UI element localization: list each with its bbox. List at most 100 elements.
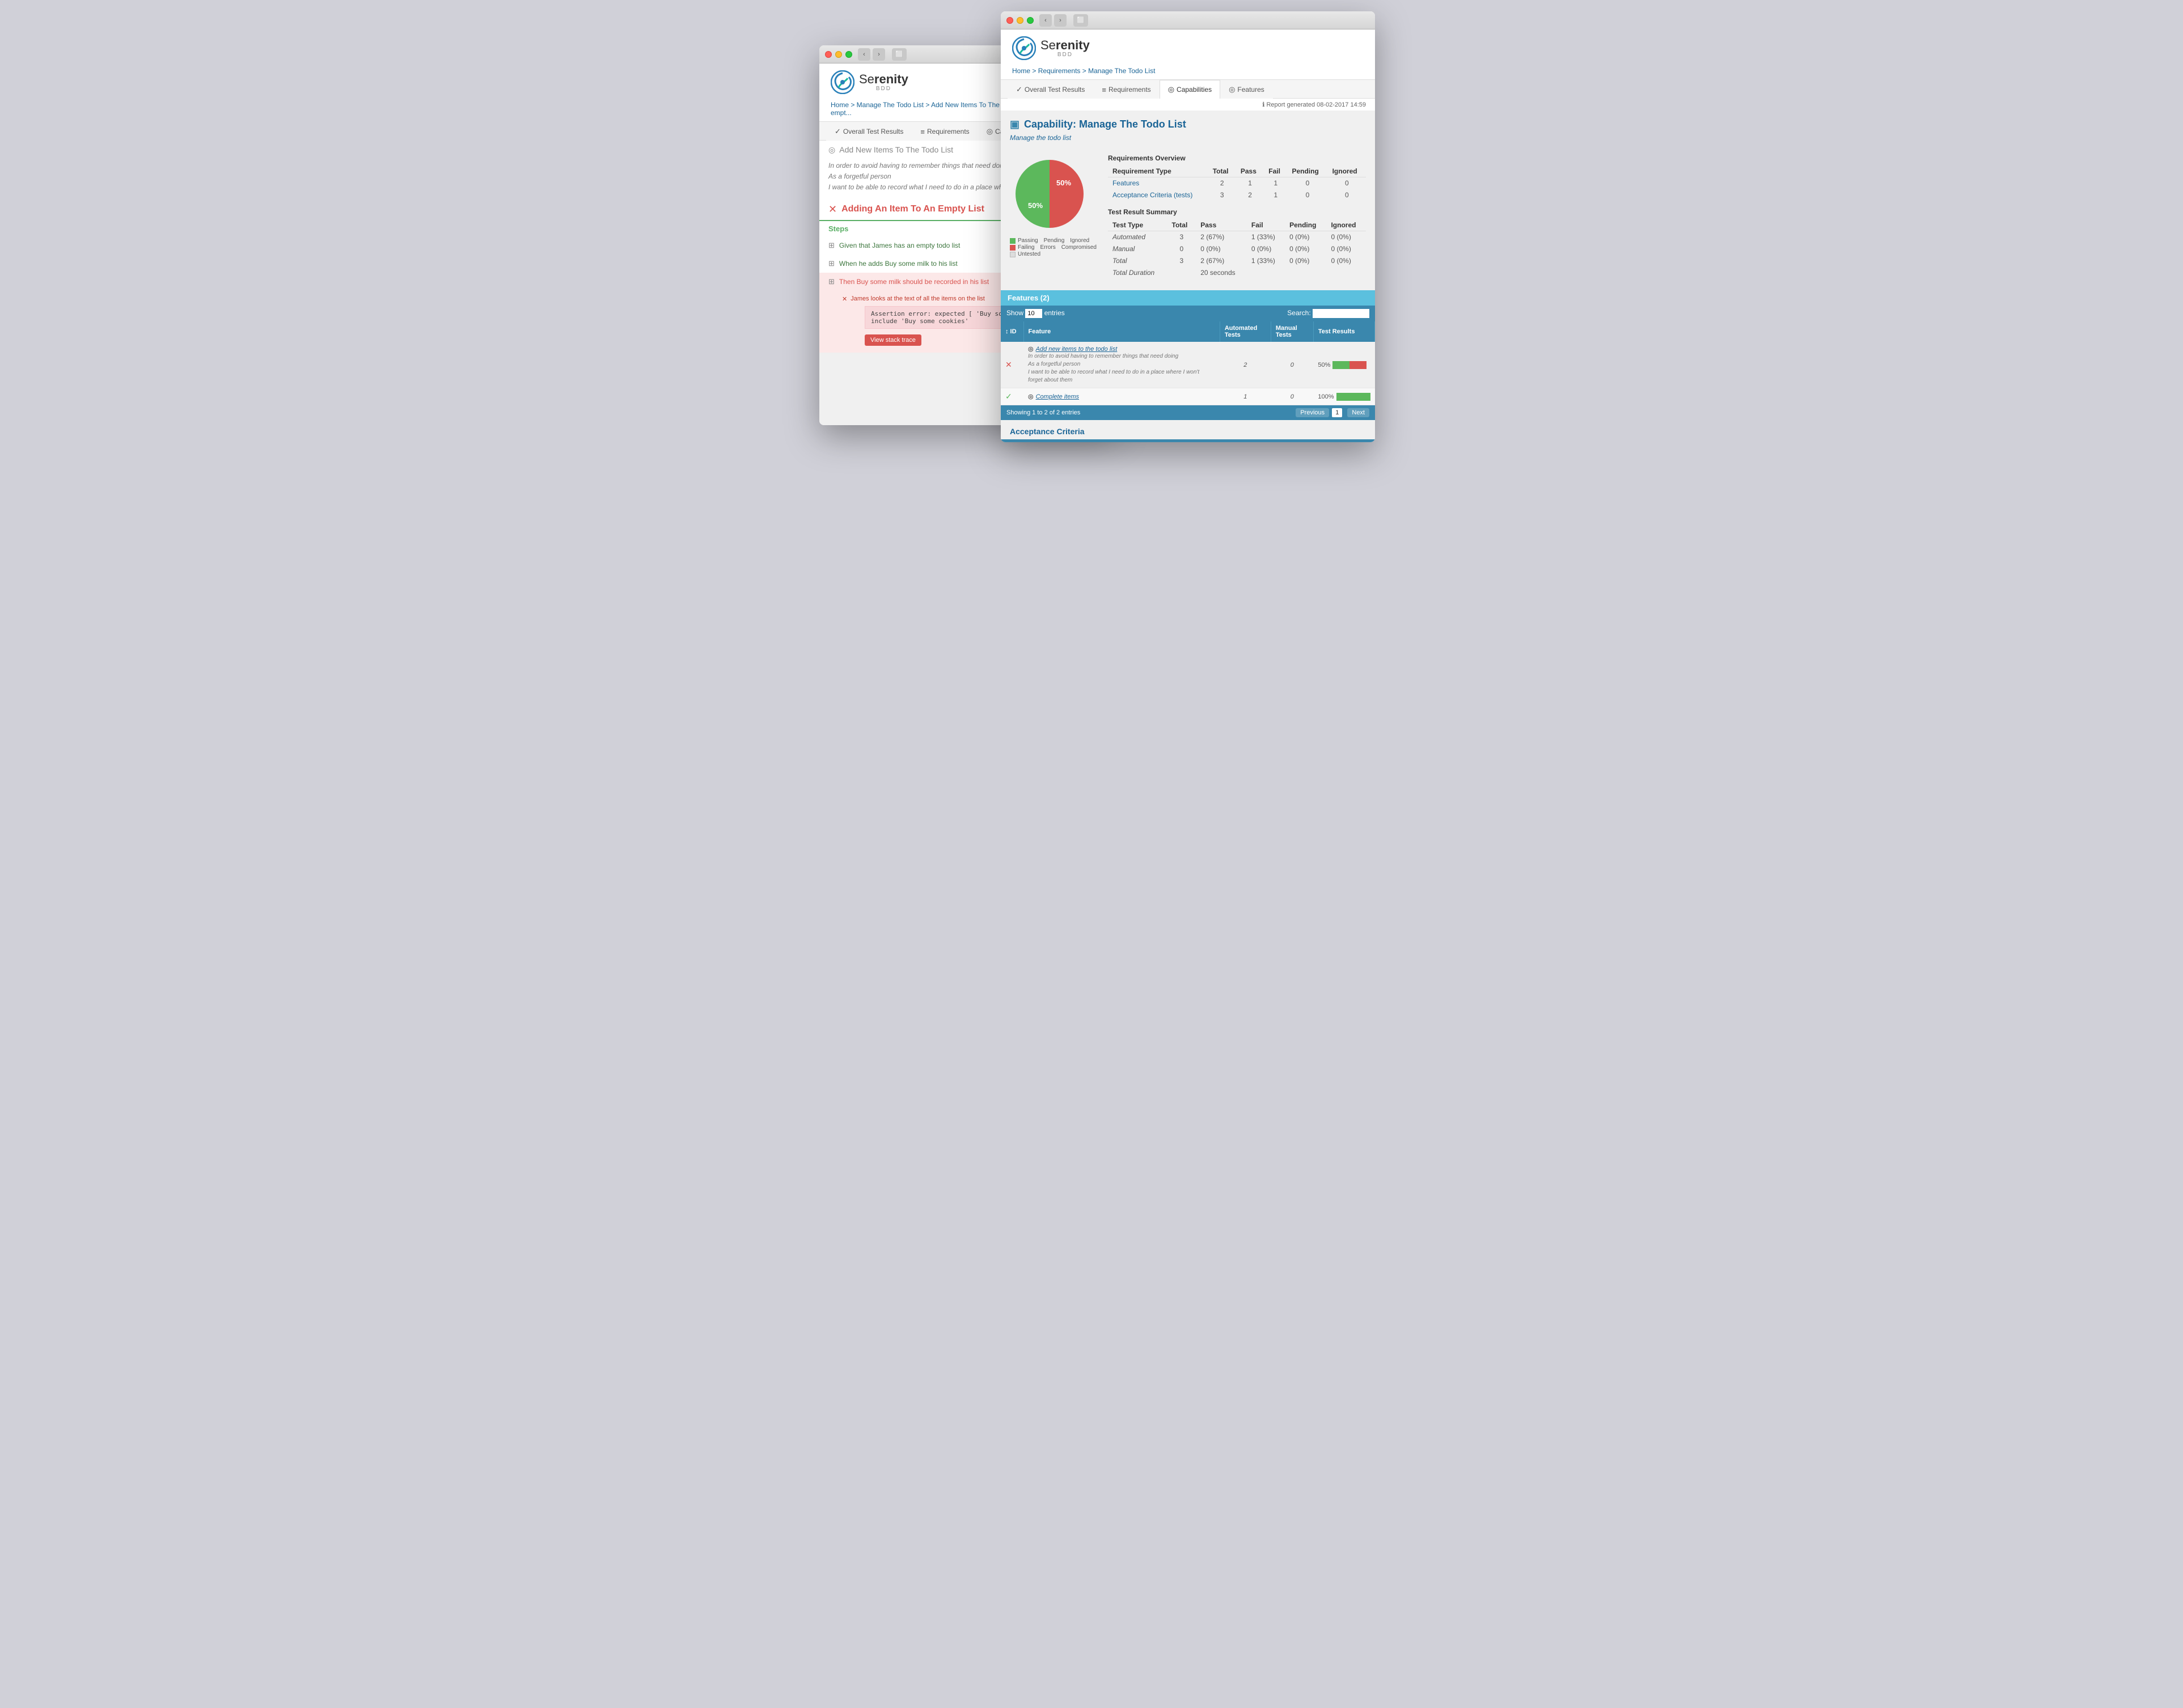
tab-features-front[interactable]: ◎ Features [1220,80,1273,99]
expand-icon-2[interactable]: ⊞ [828,259,835,268]
features-prev-button[interactable]: Previous [1296,408,1329,417]
bc-requirements[interactable]: Requirements [1038,67,1081,75]
features-table-footer: Showing 1 to 2 of 2 entries Previous 1 N… [1001,405,1375,420]
feature-row-2: ✓ ◎ Complete items 1 0 100% [1001,388,1375,405]
acceptance-title: Acceptance Criteria [1001,420,1375,439]
tab-overall-front[interactable]: ✓ Overall Test Results [1008,80,1093,99]
features-table: ↕ ID Feature Automated Tests Manual Test… [1001,321,1375,405]
tab-button[interactable]: ⬜ [892,48,907,61]
tab-requirements-back[interactable]: ≡ Requirements [912,122,978,141]
status-icon-fail: ✕ [1005,360,1012,369]
step-text-4: James looks at the text of all the items… [851,295,985,302]
overview-section: 50% 50% Passing Pending Ignored Failing [1001,149,1375,285]
titlebar-front: ‹ › ⬜ [1001,11,1375,29]
logo-text-back: Serenity BDD [859,73,908,92]
browser-window-front: ‹ › ⬜ Serenity BDD Home [1001,11,1375,442]
test-summary-title: Test Result Summary [1108,208,1366,216]
logo-name-back: Serenity [859,73,908,86]
breadcrumb-front: Home > Requirements > Manage The Todo Li… [1001,65,1375,80]
pie-chart-container: 50% 50% Passing Pending Ignored Failing [1010,154,1097,279]
tab-capabilities-front[interactable]: ◎ Capabilities [1160,80,1220,99]
feature-link-1[interactable]: Add new items to the todo list [1036,346,1118,353]
report-info: ℹ Report generated 08-02-2017 14:59 [1001,99,1375,111]
col-fail: Fail [1264,166,1287,177]
minimize-button[interactable] [835,51,842,58]
pie-legend: Passing Pending Ignored Failing Errors C… [1010,238,1097,257]
forward-button-front[interactable]: › [1054,14,1067,27]
svg-text:50%: 50% [1056,179,1071,187]
nav-buttons-front: ‹ › [1039,14,1067,27]
step-text-2: When he adds Buy some milk to his list [839,260,958,268]
logo-bdd-back: BDD [859,86,908,92]
features-page-num: 1 [1332,408,1342,417]
col-pending: Pending [1287,166,1327,177]
req-overview-title: Requirements Overview [1108,154,1366,162]
table-row: Features 2 1 1 0 0 [1108,177,1366,189]
feature-link-2[interactable]: Complete items [1036,393,1079,400]
tab-button-front[interactable]: ⬜ [1073,14,1088,27]
svg-text:50%: 50% [1028,201,1043,210]
overall-icon-back: ✓ [835,127,841,136]
expand-icon-3[interactable]: ⊞ [828,277,835,286]
req-overview-table: Requirement Type Total Pass Fail Pending… [1108,166,1366,201]
forward-button[interactable]: › [873,48,885,61]
legend-passing: Passing Pending Ignored [1010,238,1097,244]
col-total: Total [1208,166,1236,177]
req-acceptance[interactable]: Acceptance Criteria (tests) [1108,189,1208,201]
error-bullet: ✕ [842,295,847,303]
status-icon-pass: ✓ [1005,392,1012,401]
search-input-features[interactable] [1313,309,1369,318]
bc-current: Manage The Todo List [1088,67,1155,75]
col-ignored: Ignored [1328,166,1366,177]
result-bar-1 [1332,361,1367,369]
features-table-controls: Show entries Search: [1001,306,1375,321]
serenity-logo-icon-back [831,70,854,94]
entries-label: entries [1044,309,1065,317]
req-features[interactable]: Features [1108,177,1208,189]
feature-row-1: ✕ ◎ Add new items to the todo list In or… [1001,342,1375,388]
search-label-features: Search: [1287,309,1310,317]
show-label: Show [1006,309,1023,317]
features-section-header: Features (2) [1001,290,1375,306]
show-entries-input-features[interactable] [1025,309,1042,318]
col-pass: Pass [1236,166,1264,177]
back-button-front[interactable]: ‹ [1039,14,1052,27]
error-icon: ✕ [828,204,837,215]
feature-desc-1: In order to avoid having to remember thi… [1028,353,1215,384]
nav-tabs-front: ✓ Overall Test Results ≡ Requirements ◎ … [1001,80,1375,99]
close-button[interactable] [825,51,832,58]
legend-failing: Failing Errors Compromised [1010,244,1097,251]
result-bar-2 [1336,393,1370,401]
back-button[interactable]: ‹ [858,48,870,61]
maximize-button-front[interactable] [1027,17,1034,24]
col-req-type: Requirement Type [1108,166,1208,177]
view-stack-trace-button[interactable]: View stack trace [865,334,921,346]
test-summary-table: Test Type Total Pass Fail Pending Ignore… [1108,219,1366,279]
maximize-button[interactable] [845,51,852,58]
col-auto-tests: Automated Tests [1220,321,1271,342]
step-text-3: Then Buy some milk should be recorded in… [839,278,989,286]
col-feature: Feature [1023,321,1220,342]
logo-name-front: Serenity [1040,39,1090,52]
expand-icon-1[interactable]: ⊞ [828,241,835,250]
logo-text-front: Serenity BDD [1040,39,1090,58]
report-date: Report generated 08-02-2017 14:59 [1266,101,1366,108]
traffic-lights-front [1006,17,1034,24]
step-text-1: Given that James has an empty todo list [839,241,960,249]
col-id: ↕ ID [1001,321,1023,342]
overview-tables: Requirements Overview Requirement Type T… [1108,154,1366,279]
features-next-button[interactable]: Next [1347,408,1369,417]
tab-overall-back[interactable]: ✓ Overall Test Results [826,122,912,141]
nav-buttons-back: ‹ › [858,48,885,61]
tab-requirements-front[interactable]: ≡ Requirements [1093,80,1159,99]
bc-home[interactable]: Home [1012,67,1030,75]
cap-icon-back: ◎ [987,127,993,136]
col-manual-tests: Manual Tests [1271,321,1313,342]
legend-untested: Untested [1010,251,1097,257]
serenity-logo-front: Serenity BDD [1001,29,1375,65]
col-test-results: Test Results [1313,321,1374,342]
table-row: Acceptance Criteria (tests) 3 2 1 0 0 [1108,189,1366,201]
logo-bdd-front: BDD [1040,52,1090,58]
close-button-front[interactable] [1006,17,1013,24]
minimize-button-front[interactable] [1017,17,1023,24]
